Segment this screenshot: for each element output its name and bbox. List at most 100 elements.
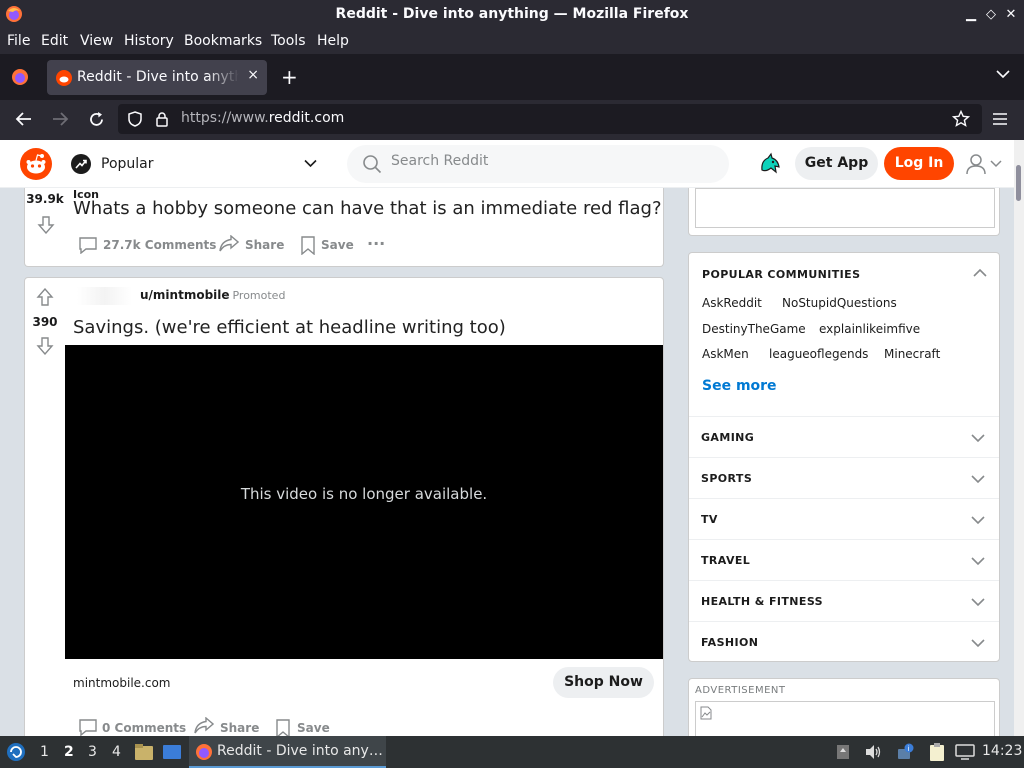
tab-label: Reddit - Dive into anything — [77, 69, 239, 85]
back-arrow-icon[interactable] — [15, 111, 33, 127]
system-taskbar: 1 2 3 4 Reddit - Dive into any… i — [0, 736, 1024, 768]
share-button[interactable]: Share — [220, 721, 259, 735]
post-title[interactable]: Whats a hobby someone can have that is a… — [73, 198, 662, 219]
minimize-button[interactable]: ▁ — [962, 6, 980, 24]
search-bar[interactable] — [347, 145, 729, 183]
bookmark-star-icon[interactable] — [952, 110, 970, 128]
file-manager-icon[interactable] — [134, 743, 154, 761]
popular-communities-widget: POPULAR COMMUNITIES AskReddit NoStupidQu… — [688, 252, 1000, 662]
topic-health-fitness[interactable]: HEALTH & FITNESS — [689, 580, 999, 621]
ad-domain-link[interactable]: mintmobile.com — [73, 676, 170, 690]
ad-frame[interactable] — [695, 701, 995, 741]
forward-arrow-icon[interactable] — [51, 111, 69, 127]
menu-edit[interactable]: Edit — [41, 33, 68, 49]
chevron-up-icon[interactable] — [973, 268, 987, 278]
chevron-down-icon — [971, 639, 985, 648]
taskbar-window-label: Reddit - Dive into any… — [217, 743, 383, 759]
topic-fashion[interactable]: FASHION — [689, 621, 999, 662]
display-icon[interactable] — [955, 744, 975, 760]
community-link[interactable]: Minecraft — [884, 347, 940, 361]
workspace-3[interactable]: 3 — [88, 744, 97, 760]
tray-upload-icon[interactable] — [836, 744, 850, 760]
feed-chevron-down-icon[interactable] — [304, 159, 317, 168]
more-options-button[interactable]: ··· — [367, 234, 385, 253]
post-score: 390 — [32, 315, 58, 329]
reload-icon[interactable] — [88, 111, 105, 128]
log-in-button[interactable]: Log In — [884, 147, 954, 180]
svg-text:i: i — [908, 745, 910, 753]
downvote-arrow-icon[interactable] — [37, 216, 55, 234]
hamburger-menu-icon[interactable] — [993, 113, 1007, 125]
workspace-2[interactable]: 2 — [64, 744, 74, 760]
comments-button[interactable]: 0 Comments — [102, 721, 186, 735]
comments-button[interactable]: 27.7k Comments — [103, 238, 216, 252]
save-button[interactable]: Save — [297, 721, 330, 735]
firefox-view-icon[interactable] — [11, 68, 29, 86]
lock-icon[interactable] — [155, 111, 169, 127]
user-menu-icon[interactable] — [966, 153, 1004, 175]
menu-tools[interactable]: Tools — [271, 33, 306, 49]
advertisement-label: ADVERTISEMENT — [695, 685, 786, 696]
get-app-button[interactable]: Get App — [795, 147, 878, 180]
menu-file[interactable]: File — [7, 33, 30, 49]
see-more-link[interactable]: See more — [702, 378, 777, 394]
network-icon[interactable]: i — [896, 743, 916, 761]
video-player[interactable]: This video is no longer available. — [65, 345, 663, 659]
url-text[interactable]: https://www.reddit.com — [181, 110, 344, 126]
community-link[interactable]: explainlikeimfive — [819, 322, 920, 336]
window-title: Reddit - Dive into anything — Mozilla Fi… — [335, 6, 689, 22]
topic-sports[interactable]: SPORTS — [689, 457, 999, 498]
topic-gaming[interactable]: GAMING — [689, 416, 999, 457]
desktop-icon[interactable] — [162, 743, 182, 761]
topic-tv[interactable]: TV — [689, 498, 999, 539]
tab-close-button[interactable]: × — [247, 67, 259, 83]
volume-icon[interactable] — [864, 744, 882, 760]
advertise-snoo-icon[interactable] — [758, 152, 782, 176]
tab-reddit[interactable]: Reddit - Dive into anything × — [47, 60, 267, 95]
community-link[interactable]: AskReddit — [702, 296, 762, 310]
scrollbar-thumb[interactable] — [1016, 165, 1021, 201]
post-author[interactable]: u/mintmobile — [140, 288, 230, 302]
search-icon — [362, 154, 382, 174]
topic-travel[interactable]: TRAVEL — [689, 539, 999, 580]
chevron-down-icon — [971, 475, 985, 484]
community-link[interactable]: DestinyTheGame — [702, 322, 806, 336]
page-scrollbar[interactable] — [1014, 140, 1024, 736]
upvote-arrow-icon[interactable] — [36, 288, 54, 306]
new-tab-button[interactable]: + — [281, 65, 298, 89]
close-window-button[interactable]: ✕ — [1002, 6, 1020, 24]
post-title[interactable]: Savings. (we're efficient at headline wr… — [73, 317, 506, 338]
clipboard-icon[interactable] — [928, 742, 946, 762]
promoted-label: - Promoted — [225, 289, 286, 302]
start-menu-icon[interactable] — [6, 742, 26, 762]
maximize-button[interactable]: ◇ — [982, 6, 1000, 24]
video-unavailable-message: This video is no longer available. — [240, 485, 488, 503]
downvote-arrow-icon[interactable] — [36, 337, 54, 355]
community-link[interactable]: NoStupidQuestions — [782, 296, 897, 310]
post-card[interactable]: 39.9k Icon Whats a hobby someone can hav… — [24, 188, 664, 267]
tracking-shield-icon[interactable] — [128, 111, 142, 127]
post-score: 39.9k — [26, 192, 64, 206]
search-input[interactable] — [391, 153, 691, 169]
widget-frame — [695, 188, 995, 228]
menu-history[interactable]: History — [124, 33, 174, 49]
topic-label: SPORTS — [701, 472, 753, 485]
list-tabs-chevron-icon[interactable] — [996, 69, 1010, 79]
taskbar-firefox-window[interactable]: Reddit - Dive into any… — [189, 736, 386, 768]
workspace-1[interactable]: 1 — [40, 744, 49, 760]
community-link[interactable]: leagueoflegends — [769, 347, 868, 361]
menu-view[interactable]: View — [80, 33, 113, 49]
shop-now-button[interactable]: Shop Now — [553, 667, 654, 698]
topic-label: TV — [701, 513, 718, 526]
share-button[interactable]: Share — [245, 238, 284, 252]
chevron-down-icon — [971, 557, 985, 566]
workspace-4[interactable]: 4 — [112, 744, 121, 760]
menu-help[interactable]: Help — [317, 33, 349, 49]
menu-bookmarks[interactable]: Bookmarks — [184, 33, 262, 49]
url-bar[interactable]: https://www.reddit.com — [118, 104, 982, 134]
broken-image-icon — [700, 706, 712, 720]
community-link[interactable]: AskMen — [702, 347, 749, 361]
save-button[interactable]: Save — [321, 238, 354, 252]
reddit-logo-icon[interactable] — [20, 148, 52, 180]
feed-selector-label[interactable]: Popular — [101, 156, 154, 172]
